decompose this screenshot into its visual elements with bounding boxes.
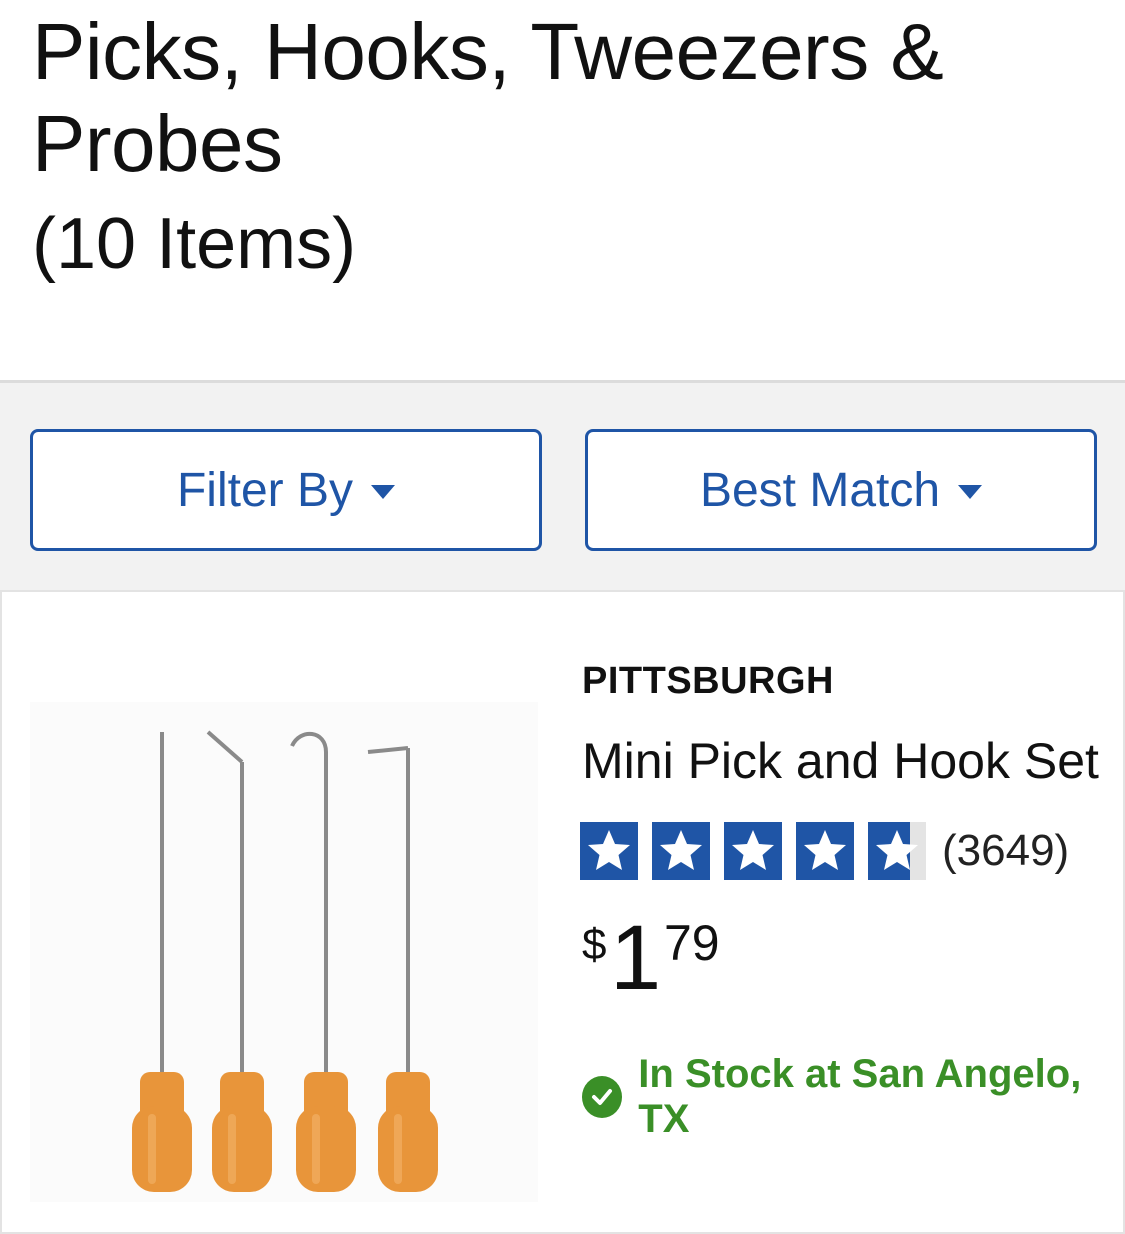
sort-button[interactable]: Best Match [585,429,1097,551]
product-card[interactable]: PITTSBURGH Mini Pick and Hook Set (3649)… [0,590,1125,1234]
price-dollars: 1 [610,907,662,1009]
check-circle-icon [582,1076,623,1118]
stock-status: In Stock at San Angelo, TX [582,1052,1123,1142]
review-count[interactable]: (3649) [942,826,1069,876]
price-cents: 79 [664,915,720,971]
price-currency: $ [582,920,607,969]
caret-down-icon [958,485,983,499]
product-brand: PITTSBURGH [582,660,834,702]
filter-by-label: Filter By [176,463,353,517]
filter-by-button[interactable]: Filter By [30,429,542,551]
stock-status-text: In Stock at San Angelo, TX [638,1052,1082,1141]
page-title: Picks, Hooks, Tweezers & Probes [32,7,944,188]
caret-down-icon [371,485,395,499]
filter-sort-toolbar: Filter By Best Match [0,380,1125,593]
item-count: (10 Items) [32,204,357,284]
page-header: Picks, Hooks, Tweezers & Probes (10 Item… [0,0,1125,380]
pick-and-hook-set-image [132,730,438,1192]
rating-row[interactable]: (3649) [580,822,1069,880]
product-image[interactable] [30,702,538,1202]
sort-label: Best Match [699,463,941,517]
star-icon [580,822,638,880]
product-name[interactable]: Mini Pick and Hook Set [582,732,1099,790]
star-icon [652,822,710,880]
star-icon [724,822,782,880]
star-icon [796,822,854,880]
half-star-icon [868,822,926,880]
